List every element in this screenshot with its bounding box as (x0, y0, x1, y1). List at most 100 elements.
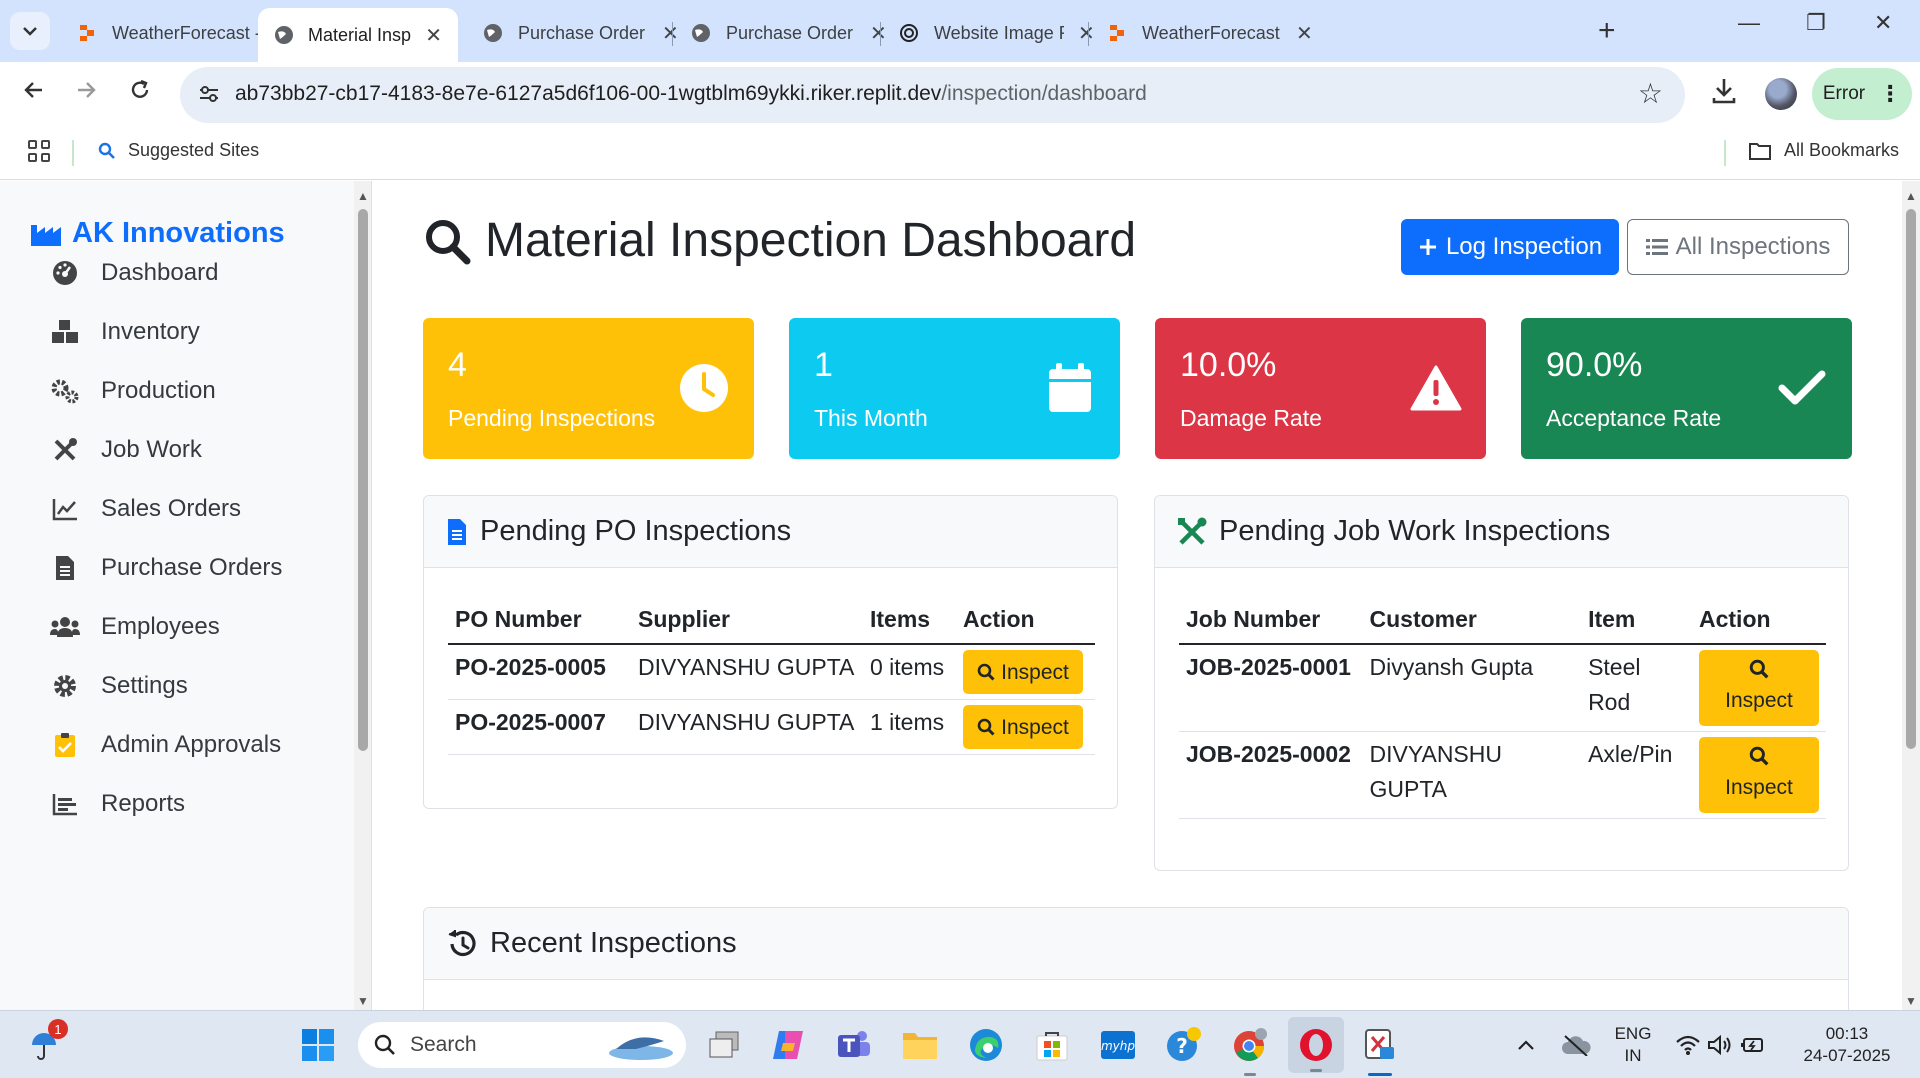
column-header: Item (1581, 596, 1692, 645)
tab-website-image-rec[interactable]: Website Image Rec ✕ (882, 8, 1111, 58)
job-number: JOB-2025-0001 (1179, 644, 1363, 732)
opera-button[interactable] (1288, 1017, 1344, 1073)
snipping-tool-button[interactable] (1360, 1025, 1400, 1076)
sidebar-item-job-work[interactable]: Job Work (50, 435, 202, 465)
stat-card-acceptance-rate: 90.0% Acceptance Rate (1521, 318, 1852, 459)
teams-icon (838, 1031, 870, 1057)
site-info-icon[interactable] (196, 81, 222, 107)
sidebar-item-label: Production (101, 377, 216, 404)
tab-material-inspection[interactable]: Material Inspection ✕ (258, 8, 458, 62)
card-header: Pending PO Inspections (424, 496, 1117, 568)
back-button[interactable] (22, 78, 46, 109)
stat-value: 1 (814, 346, 833, 384)
url-host: ab73bb27-cb17-4183-8e7e-6127a5d6f106-00-… (235, 82, 942, 105)
forward-button[interactable] (74, 78, 98, 109)
download-icon (1712, 79, 1736, 104)
clock-icon (678, 362, 730, 414)
all-inspections-button[interactable]: All Inspections (1627, 219, 1849, 275)
scroll-down-arrow-icon[interactable]: ▼ (1905, 994, 1917, 1008)
po-number: PO-2025-0007 (448, 699, 631, 755)
chrome-button[interactable] (1230, 1025, 1270, 1076)
bookmark-star-icon[interactable]: ☆ (1638, 77, 1663, 110)
sidebar-item-purchase-orders[interactable]: Purchase Orders (50, 553, 282, 583)
profile-avatar[interactable] (1765, 78, 1797, 110)
inspect-button[interactable]: Inspect (1699, 737, 1819, 813)
close-icon[interactable]: ✕ (1296, 21, 1313, 46)
volume-icon (1708, 1034, 1731, 1056)
sidebar-scrollbar[interactable]: ▲ ▼ (354, 181, 371, 1010)
edge-button[interactable] (966, 1025, 1006, 1065)
myhp-button[interactable]: myhp (1098, 1025, 1138, 1065)
apps-grid-icon[interactable] (28, 140, 50, 162)
task-view-button[interactable] (704, 1025, 744, 1065)
weather-widget[interactable]: 1 (24, 1019, 68, 1065)
log-inspection-button[interactable]: Log Inspection (1401, 219, 1619, 275)
active-app-indicator (1368, 1073, 1392, 1076)
line-chart-icon (50, 494, 80, 524)
battery-charging-icon (1741, 1038, 1763, 1052)
scroll-up-arrow-icon[interactable]: ▲ (357, 189, 369, 203)
language-indicator[interactable]: ENG IN (1614, 1023, 1652, 1067)
tab-purchase-order-1[interactable]: Purchase Order - P ✕ (466, 8, 695, 58)
reload-button[interactable] (128, 78, 152, 109)
action-cell: Inspect (956, 699, 1095, 755)
onedrive-button[interactable] (1556, 1025, 1596, 1065)
calendar-icon (1044, 362, 1096, 414)
clock[interactable]: 00:13 24-07-2025 (1792, 1023, 1902, 1067)
brand[interactable]: AK Innovations (30, 217, 285, 250)
openai-icon (898, 22, 920, 44)
copilot-button[interactable] (768, 1025, 808, 1065)
inspect-button[interactable]: Inspect (1699, 650, 1819, 726)
new-tab-button[interactable]: + (1598, 14, 1616, 48)
tab-search-button[interactable] (10, 12, 50, 50)
column-header: Job Number (1179, 596, 1363, 645)
taskbar-search[interactable]: Search (358, 1022, 686, 1068)
sidebar-item-employees[interactable]: Employees (50, 612, 220, 642)
sidebar-item-sales-orders[interactable]: Sales Orders (50, 494, 241, 524)
warning-icon (1410, 362, 1462, 414)
inspect-button[interactable]: Inspect (963, 650, 1083, 694)
sidebar-item-label: Admin Approvals (101, 731, 282, 758)
scrollbar-thumb[interactable] (358, 209, 368, 751)
scrollbar-thumb[interactable] (1906, 209, 1916, 749)
sidebar-item-dashboard[interactable]: Dashboard (50, 258, 218, 288)
scroll-down-arrow-icon[interactable]: ▼ (357, 994, 369, 1008)
sidebar-item-label: Inventory (101, 318, 200, 345)
scroll-up-arrow-icon[interactable]: ▲ (1905, 189, 1917, 203)
snipping-tool-icon (1365, 1029, 1394, 1059)
download-button[interactable] (1710, 76, 1740, 110)
microsoft-store-button[interactable] (1032, 1025, 1072, 1065)
all-bookmarks-link[interactable]: All Bookmarks (1748, 140, 1899, 161)
start-button[interactable] (298, 1025, 338, 1065)
quick-settings-button[interactable] (1670, 1025, 1770, 1065)
minimize-button[interactable]: — (1738, 10, 1760, 36)
sidebar-item-inventory[interactable]: Inventory (50, 317, 200, 347)
url-text: ab73bb27-cb17-4183-8e7e-6127a5d6f106-00-… (235, 82, 1147, 106)
close-icon[interactable]: ✕ (425, 23, 442, 48)
show-hidden-icons-button[interactable] (1506, 1025, 1546, 1065)
tab-purchase-order-2[interactable]: Purchase Order - P ✕ (674, 8, 903, 58)
history-icon (446, 929, 478, 959)
tab-weatherforecast-2[interactable]: WeatherForecast - ✕ (1090, 8, 1329, 58)
sidebar-item-settings[interactable]: Settings (50, 671, 188, 701)
suggested-sites-link[interactable]: Suggested Sites (98, 140, 259, 161)
column-header: PO Number (448, 596, 631, 645)
inspect-label: Inspect (1001, 715, 1069, 739)
restore-button[interactable]: ❐ (1806, 10, 1826, 36)
tab-separator (672, 22, 673, 46)
file-explorer-button[interactable] (900, 1025, 940, 1065)
stat-label: This Month (814, 405, 928, 431)
main-scrollbar[interactable]: ▲ ▼ (1902, 181, 1920, 1010)
sidebar-item-production[interactable]: Production (50, 376, 216, 406)
get-help-button[interactable]: ? (1164, 1025, 1204, 1065)
job-number: JOB-2025-0002 (1179, 731, 1363, 819)
sidebar-item-reports[interactable]: Reports (50, 789, 185, 819)
address-bar[interactable]: ab73bb27-cb17-4183-8e7e-6127a5d6f106-00-… (180, 67, 1685, 123)
inspect-button[interactable]: Inspect (963, 705, 1083, 749)
chevron-up-icon (1518, 1040, 1534, 1050)
item: Steel Rod (1581, 644, 1692, 732)
profile-error-button[interactable]: Error ⋮ (1812, 68, 1912, 120)
sidebar-item-admin-approvals[interactable]: Admin Approvals (50, 730, 281, 760)
close-window-button[interactable]: ✕ (1874, 10, 1892, 36)
teams-button[interactable] (834, 1025, 874, 1065)
